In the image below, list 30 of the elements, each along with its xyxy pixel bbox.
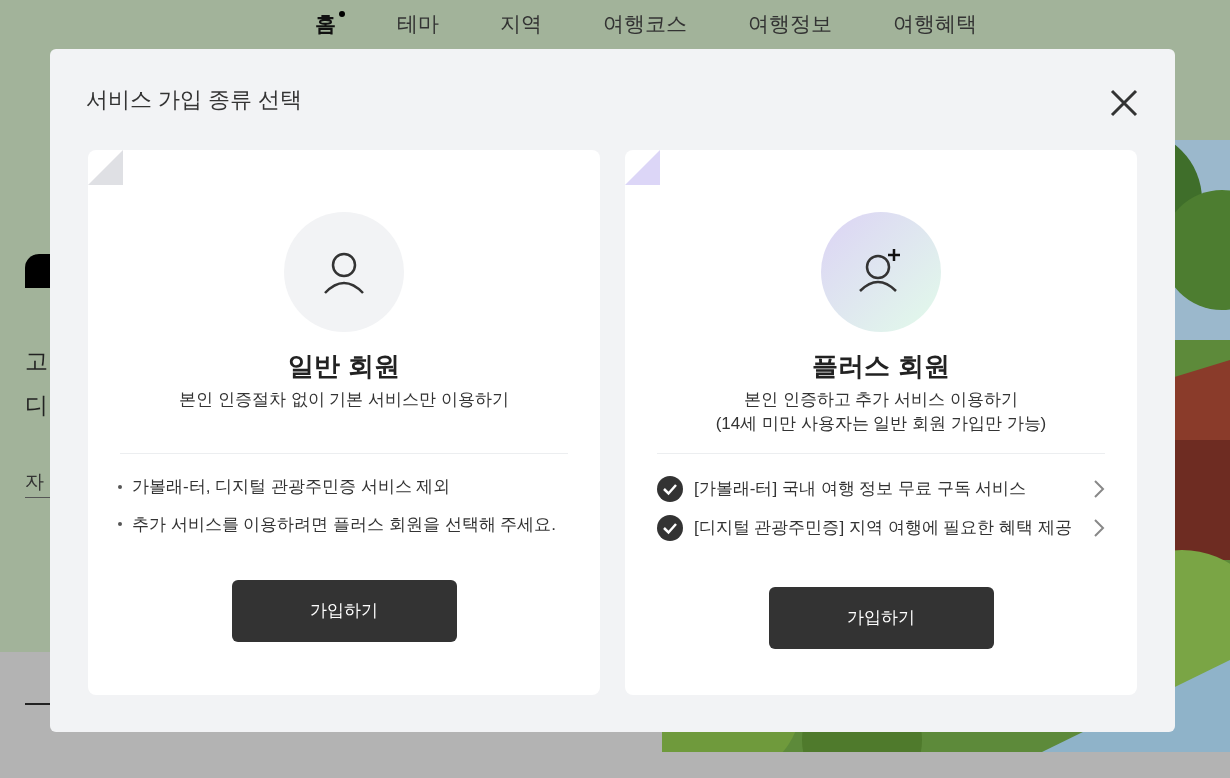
nav-item[interactable]: 여행코스 (602, 5, 696, 39)
card-title: 플러스 회원 (812, 350, 950, 383)
check-icon (657, 476, 683, 502)
join-button[interactable]: 가입하기 (231, 580, 457, 642)
chevron-right-icon (1093, 479, 1105, 499)
card-description: 본인 인증하고 추가 서비스 이용하기 (744, 389, 1018, 411)
benefit-item[interactable]: [가볼래-터] 국내 여행 정보 무료 구독 서비스 (657, 474, 1105, 504)
note-text: 가볼래-터, 디지털 관광주민증 서비스 제외 (132, 476, 451, 498)
headline-text: 디 (25, 391, 48, 420)
check-icon (657, 515, 683, 541)
more-link[interactable]: 자 (25, 468, 44, 497)
join-button[interactable]: 가입하기 (768, 587, 994, 649)
note-text: 추가 서비스를 이용하려면 플러스 회원을 선택해 주세요. (132, 513, 557, 536)
nav-item[interactable]: 여행혜택 (892, 5, 986, 39)
bullet-icon (118, 522, 122, 527)
folded-corner-icon (88, 150, 123, 185)
benefit-item[interactable]: [디지털 관광주민증] 지역 여행에 필요한 혜택 제공 (657, 513, 1105, 543)
bullet-icon (118, 484, 122, 489)
nav-item[interactable]: 홈 (314, 5, 345, 39)
chevron-right-icon (1093, 518, 1105, 538)
nav-item[interactable]: 지역 (499, 5, 551, 39)
close-icon[interactable] (1110, 89, 1138, 117)
folded-corner-icon (625, 150, 660, 185)
dialog-title: 서비스 가입 종류 선택 (86, 86, 303, 114)
nav-item[interactable]: 테마 (396, 5, 448, 39)
nav-item[interactable]: 여행정보 (747, 5, 841, 39)
card-description: 본인 인증절차 없이 기본 서비스만 이용하기 (179, 389, 509, 411)
card-description: (14세 미만 사용자는 일반 회원 가입만 가능) (715, 413, 1047, 435)
headline-text: 고 (25, 347, 48, 376)
card-title: 일반 회원 (288, 350, 400, 383)
